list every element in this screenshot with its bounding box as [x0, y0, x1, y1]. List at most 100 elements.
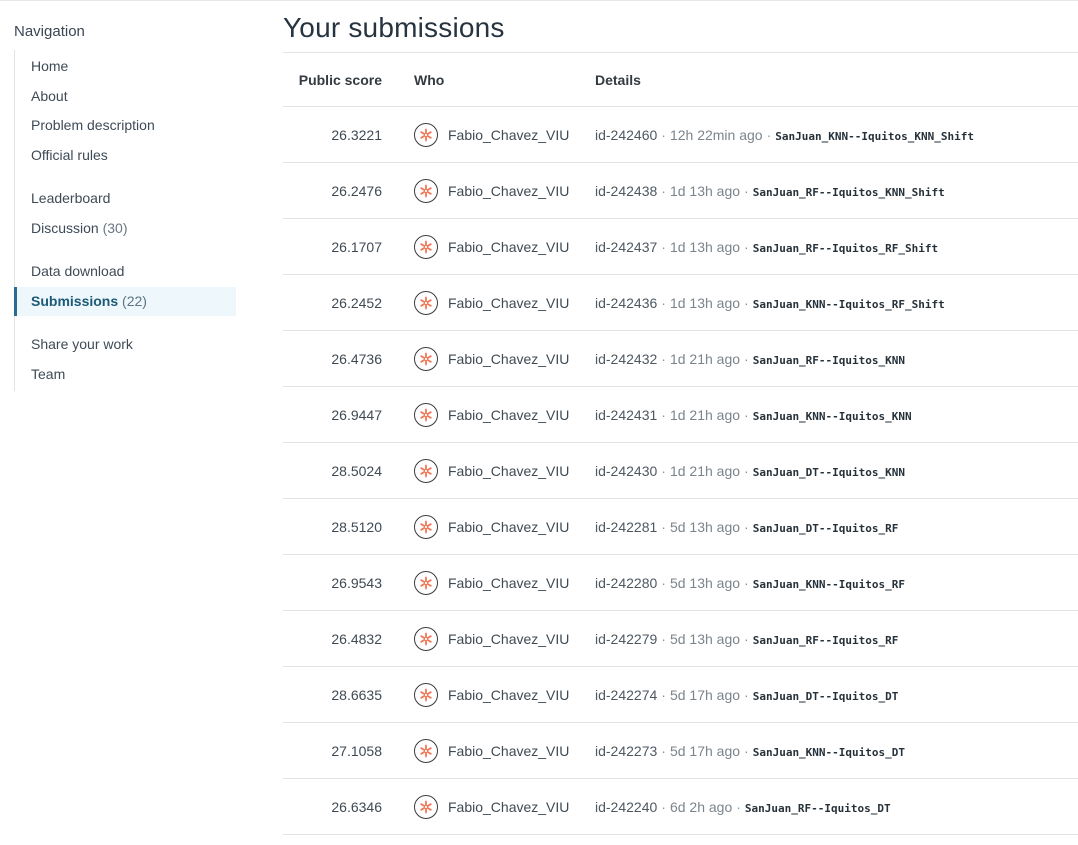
table-row: 28.5024 Fabio_Chavez_VIU id-242430 · 1d 21h … [283, 443, 1078, 499]
public-score-cell: 26.2452 [331, 294, 382, 311]
submission-time: 5d 13h ago [669, 574, 741, 591]
details-cell: id-242432 · 1d 21h ago · SanJuan_RF--Iquitos… [595, 331, 1078, 387]
table-row: 26.6346 Fabio_Chavez_VIU id-242240 · 6d 2h a… [283, 779, 1078, 835]
separator-dot: · [661, 686, 666, 703]
username: Fabio_Chavez_VIU [448, 238, 570, 255]
sidebar-item-submissions[interactable]: Submissions (22) [14, 286, 236, 316]
username: Fabio_Chavez_VIU [448, 294, 570, 311]
user-link[interactable]: Fabio_Chavez_VIU [414, 514, 595, 539]
navigation-group: Share your work Team [15, 330, 236, 389]
user-link[interactable]: Fabio_Chavez_VIU [414, 738, 595, 763]
submission-id: id-242437 [595, 238, 658, 255]
public-score-cell: 26.9543 [331, 574, 382, 591]
separator-dot: · [736, 798, 741, 815]
user-link[interactable]: Fabio_Chavez_VIU [414, 626, 595, 651]
top-divider [0, 0, 1078, 4]
sidebar-item-home[interactable]: Home [15, 52, 236, 82]
submission-id: id-242274 [595, 686, 658, 703]
username: Fabio_Chavez_VIU [448, 518, 570, 535]
public-score-cell: 28.5024 [331, 462, 382, 479]
who-cell: Fabio_Chavez_VIU [398, 387, 595, 443]
navigation-group: Leaderboard Discussion (30) [15, 184, 236, 243]
table-row: 26.4832 Fabio_Chavez_VIU id-242279 · 5d 13h … [283, 611, 1078, 667]
asterisk-avatar-icon [414, 738, 438, 763]
details-cell: id-242274 · 5d 17h ago · SanJuan_DT--Iquitos… [595, 667, 1078, 723]
separator-dot: · [661, 574, 666, 591]
submission-id: id-242273 [595, 742, 658, 759]
sidebar-item-count: (30) [102, 219, 128, 236]
sidebar-item-team[interactable]: Team [15, 360, 236, 390]
submission-description: SanJuan_KNN--Iquitos_KNN_Shift [775, 129, 974, 143]
sidebar-item-about[interactable]: About [15, 82, 236, 112]
submission-description: SanJuan_RF--Iquitos_KNN_Shift [752, 185, 945, 199]
submission-id: id-242460 [595, 126, 658, 143]
separator-dot: · [661, 126, 666, 143]
submission-description: SanJuan_KNN--Iquitos_DT [752, 745, 906, 759]
username: Fabio_Chavez_VIU [448, 686, 570, 703]
submission-time: 5d 13h ago [669, 518, 741, 535]
submission-description: SanJuan_KNN--Iquitos_RF [752, 577, 906, 591]
table-row: 26.4736 Fabio_Chavez_VIU id-242432 · 1d 21h … [283, 331, 1078, 387]
submission-description: SanJuan_DT--Iquitos_KNN [752, 465, 906, 479]
sidebar-item-label: Leaderboard [31, 190, 111, 206]
details-cell: id-242281 · 5d 13h ago · SanJuan_DT--Iquitos… [595, 499, 1078, 555]
asterisk-avatar-icon [414, 290, 438, 315]
who-cell: Fabio_Chavez_VIU [398, 163, 595, 219]
separator-dot: · [661, 742, 666, 759]
user-link[interactable]: Fabio_Chavez_VIU [414, 290, 595, 315]
public-score-cell: 28.5120 [331, 518, 382, 535]
table-row: 26.2452 Fabio_Chavez_VIU id-242436 · 1d 13h … [283, 275, 1078, 331]
submission-time: 1d 13h ago [669, 238, 741, 255]
submission-id: id-242240 [595, 798, 658, 815]
user-link[interactable]: Fabio_Chavez_VIU [414, 402, 595, 427]
details-cell: id-242273 · 5d 17h ago · SanJuan_KNN--Iquito… [595, 723, 1078, 779]
username: Fabio_Chavez_VIU [448, 182, 570, 199]
asterisk-avatar-icon [414, 458, 438, 483]
user-link[interactable]: Fabio_Chavez_VIU [414, 794, 595, 819]
column-header-who[interactable]: Who [398, 53, 595, 107]
user-link[interactable]: Fabio_Chavez_VIU [414, 234, 595, 259]
separator-dot: · [744, 350, 749, 367]
who-cell: Fabio_Chavez_VIU [398, 667, 595, 723]
sidebar-item-problem-description[interactable]: Problem description [15, 111, 236, 141]
submission-id: id-242430 [595, 462, 658, 479]
user-link[interactable]: Fabio_Chavez_VIU [414, 346, 595, 371]
main-content: Your submissions Public score Who Detail… [283, 8, 1078, 835]
column-header-details[interactable]: Details [595, 53, 1078, 107]
username: Fabio_Chavez_VIU [448, 798, 570, 815]
sidebar-item-discussion[interactable]: Discussion (30) [15, 214, 236, 244]
user-link[interactable]: Fabio_Chavez_VIU [414, 178, 595, 203]
sidebar-item-label: About [31, 87, 68, 104]
submission-description: SanJuan_KNN--Iquitos_RF_Shift [752, 297, 945, 311]
submission-id: id-242438 [595, 182, 658, 199]
submission-description: SanJuan_DT--Iquitos_DT [752, 689, 899, 703]
user-link[interactable]: Fabio_Chavez_VIU [414, 122, 595, 147]
sidebar-item-data-download[interactable]: Data download [15, 257, 236, 287]
sidebar-item-share-your-work[interactable]: Share your work [15, 330, 236, 360]
user-link[interactable]: Fabio_Chavez_VIU [414, 682, 595, 707]
sidebar-item-leaderboard[interactable]: Leaderboard [15, 184, 236, 214]
separator-dot: · [744, 742, 749, 759]
public-score-cell: 27.1058 [331, 742, 382, 759]
sidebar-item-official-rules[interactable]: Official rules [15, 141, 236, 171]
public-score-cell: 26.1707 [331, 238, 382, 255]
submission-description: SanJuan_KNN--Iquitos_KNN [752, 409, 912, 423]
separator-dot: · [661, 406, 666, 423]
column-header-public-score[interactable]: Public score [283, 53, 398, 107]
username: Fabio_Chavez_VIU [448, 630, 570, 647]
separator-dot: · [744, 686, 749, 703]
separator-dot: · [661, 518, 666, 535]
user-link[interactable]: Fabio_Chavez_VIU [414, 458, 595, 483]
username: Fabio_Chavez_VIU [448, 462, 570, 479]
separator-dot: · [661, 630, 666, 647]
submission-time: 5d 17h ago [669, 742, 741, 759]
submission-description: SanJuan_RF--Iquitos_KNN [752, 353, 906, 367]
public-score-cell: 26.4736 [331, 350, 382, 367]
submission-id: id-242280 [595, 574, 658, 591]
user-link[interactable]: Fabio_Chavez_VIU [414, 570, 595, 595]
separator-dot: · [661, 350, 666, 367]
username: Fabio_Chavez_VIU [448, 126, 570, 143]
sidebar-item-label: Official rules [31, 146, 108, 163]
submission-time: 6d 2h ago [669, 798, 733, 815]
asterisk-avatar-icon [414, 794, 438, 819]
